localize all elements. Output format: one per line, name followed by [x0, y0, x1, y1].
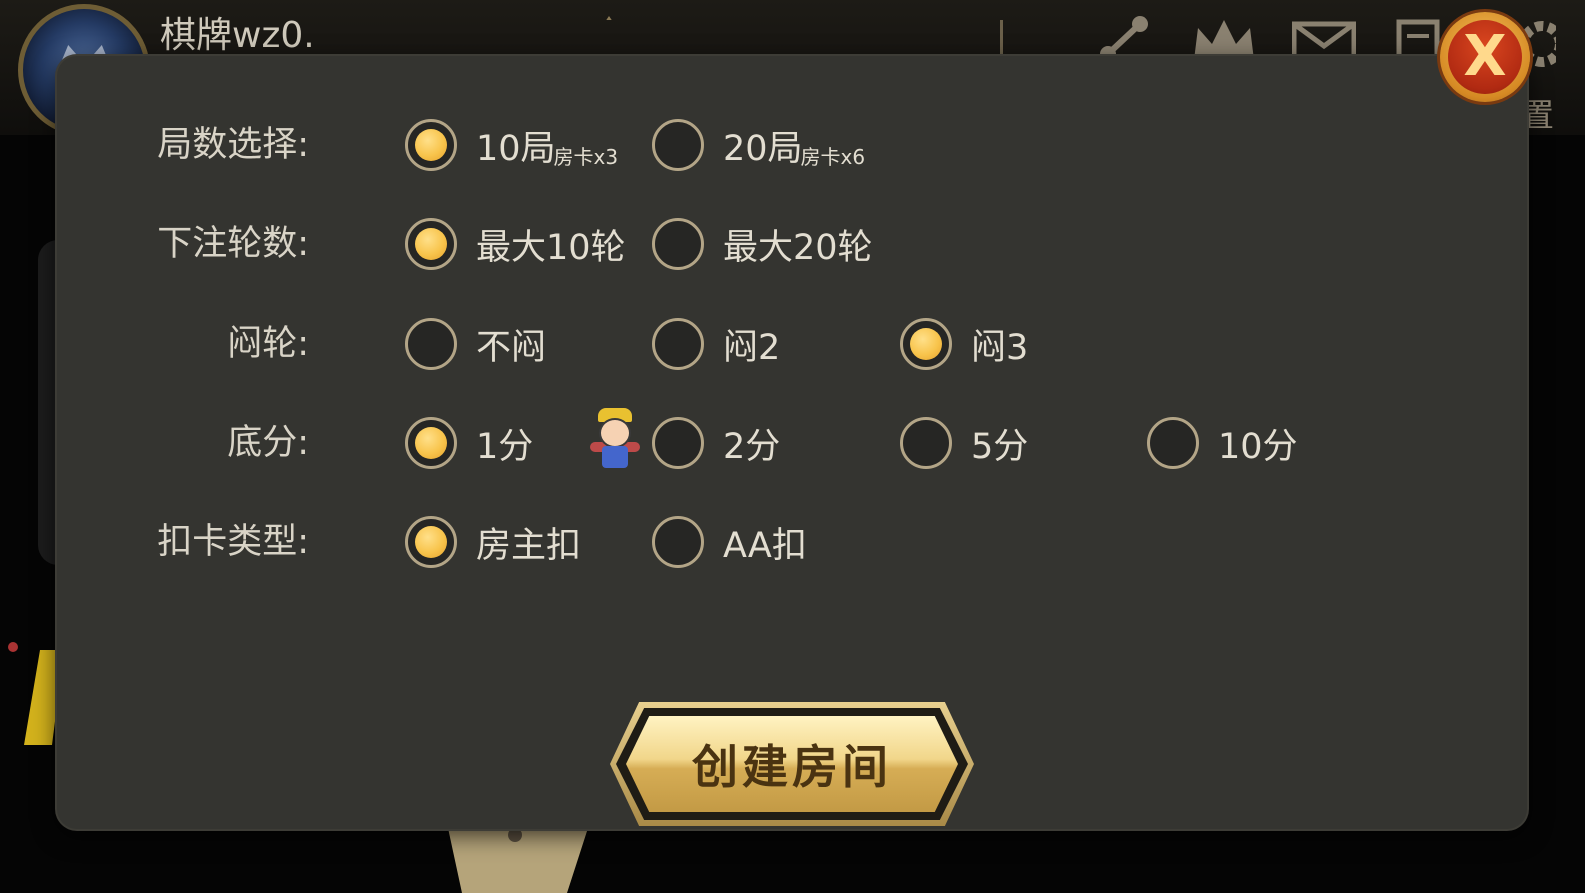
option-label: 2分 [723, 426, 781, 467]
option-blind-2[interactable]: 闷2 [652, 314, 780, 374]
bet-rounds-label: 下注轮数: [157, 224, 309, 264]
radio-button[interactable] [405, 218, 457, 270]
option-score-1[interactable]: 1分 [405, 413, 533, 473]
radio-button[interactable] [405, 318, 457, 370]
option-label: 不闷 [476, 327, 547, 368]
watermark-mascot-icon [590, 408, 640, 474]
divider [1000, 20, 1003, 56]
option-label: 最大10轮 [476, 227, 626, 268]
option-cost: 房卡x3 [553, 144, 619, 169]
close-icon: X [1463, 24, 1507, 89]
background-dot [8, 642, 18, 652]
option-label: 闷2 [723, 327, 781, 368]
option-score-2[interactable]: 2分 [652, 413, 780, 473]
radio-button[interactable] [652, 417, 704, 469]
option-label: AA扣 [723, 525, 807, 566]
option-label: 10分 [1218, 426, 1298, 467]
option-host-pays[interactable]: 房主扣 [405, 512, 581, 572]
create-room-button[interactable]: 创建房间 [610, 702, 974, 826]
card-deduction-label: 扣卡类型: [157, 522, 309, 562]
option-label: 1分 [476, 426, 534, 467]
option-20-rounds[interactable]: 20局 房卡x6 [652, 115, 865, 175]
option-aa-pays[interactable]: AA扣 [652, 512, 807, 572]
option-label: 闷3 [971, 327, 1029, 368]
option-label: 20局 [723, 128, 803, 169]
radio-button[interactable] [652, 218, 704, 270]
option-label: 房主扣 [476, 525, 582, 566]
option-label: 最大20轮 [723, 227, 873, 268]
close-button[interactable]: X [1440, 12, 1530, 102]
option-label: 10局 [476, 128, 556, 169]
radio-button[interactable] [652, 516, 704, 568]
radio-button[interactable] [900, 318, 952, 370]
radio-button[interactable] [1147, 417, 1199, 469]
username: 棋牌wz0. [160, 15, 315, 56]
radio-button[interactable] [652, 318, 704, 370]
background-pin [508, 828, 522, 842]
blind-rounds-label: 闷轮: [227, 324, 309, 364]
create-room-label: 创建房间 [692, 740, 892, 794]
option-10-rounds[interactable]: 10局 房卡x3 [405, 115, 618, 175]
option-label: 5分 [971, 426, 1029, 467]
base-score-label: 底分: [227, 423, 309, 463]
rounds-label: 局数选择: [157, 125, 309, 165]
option-no-blind[interactable]: 不闷 [405, 314, 546, 374]
radio-button[interactable] [405, 119, 457, 171]
option-cost: 房卡x6 [800, 144, 866, 169]
radio-button[interactable] [405, 417, 457, 469]
radio-button[interactable] [900, 417, 952, 469]
option-max-10[interactable]: 最大10轮 [405, 214, 626, 274]
option-score-5[interactable]: 5分 [900, 413, 1028, 473]
option-max-20[interactable]: 最大20轮 [652, 214, 873, 274]
radio-button[interactable] [405, 516, 457, 568]
option-blind-3[interactable]: 闷3 [900, 314, 1028, 374]
option-score-10[interactable]: 10分 [1147, 413, 1298, 473]
radio-button[interactable] [652, 119, 704, 171]
